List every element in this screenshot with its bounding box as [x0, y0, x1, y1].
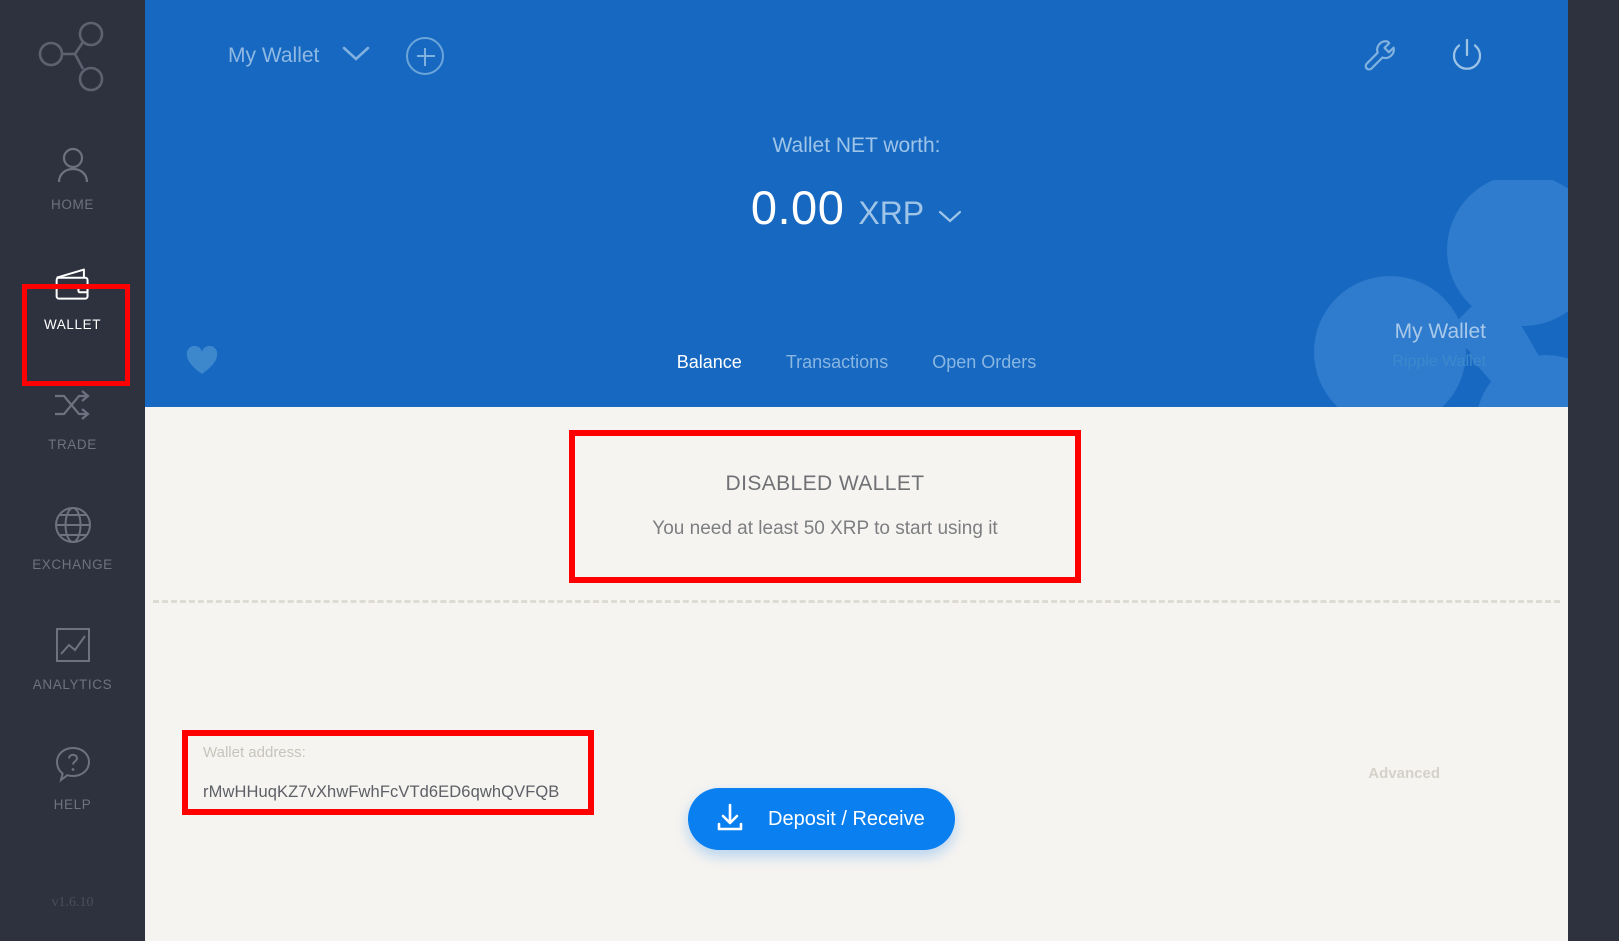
user-icon: [53, 145, 93, 185]
chevron-down-icon: [341, 45, 371, 68]
sidebar-item-exchange[interactable]: EXCHANGE: [0, 478, 145, 598]
wallet-selector-label: My Wallet: [228, 44, 320, 67]
wallet-body: DISABLED WALLET You need at least 50 XRP…: [145, 407, 1568, 941]
disabled-wallet-notice: DISABLED WALLET You need at least 50 XRP…: [570, 431, 1080, 581]
wallet-identity: My Wallet Ripple Wallet: [1392, 320, 1486, 371]
disabled-wallet-title: DISABLED WALLET: [725, 472, 925, 495]
power-icon[interactable]: [1448, 37, 1486, 75]
wallet-identity-type: Ripple Wallet: [1392, 353, 1486, 370]
deposit-receive-label: Deposit / Receive: [768, 807, 925, 830]
net-worth-value: 0.00: [750, 181, 845, 234]
disabled-wallet-subtitle: You need at least 50 XRP to start using …: [652, 518, 998, 539]
net-worth-currency[interactable]: XRP: [858, 195, 924, 232]
globe-icon: [53, 505, 93, 545]
sidebar-item-label: HELP: [53, 796, 92, 812]
chevron-down-icon[interactable]: [938, 210, 962, 229]
sidebar-item-label: ANALYTICS: [32, 676, 113, 692]
wallet-address-block: Wallet address: rMwHHuqKZ7vXhwFwhFcVTd6E…: [203, 744, 603, 802]
wallet-tabs: Balance Transactions Open Orders: [145, 352, 1568, 373]
wallet-icon: [53, 265, 93, 305]
tab-open-orders[interactable]: Open Orders: [932, 352, 1036, 373]
wallet-identity-name: My Wallet: [1394, 320, 1486, 343]
app-window: HOME WALLET TRADE EXCHANGE ANALYTICS HEL…: [0, 0, 1619, 941]
deposit-receive-button[interactable]: Deposit / Receive: [688, 788, 955, 850]
wallet-address-label: Wallet address:: [203, 744, 306, 761]
sidebar-item-help[interactable]: HELP: [0, 718, 145, 838]
header-actions: [1362, 37, 1486, 75]
shuffle-icon: [53, 385, 93, 425]
wrench-icon[interactable]: [1362, 38, 1398, 74]
add-wallet-button[interactable]: [406, 37, 445, 75]
tab-transactions[interactable]: Transactions: [786, 352, 888, 373]
app-version: v1.6.10: [51, 895, 94, 910]
wallet-header: My Wallet Wallet NET worth: 0.00 XRP Bal…: [145, 0, 1568, 407]
net-worth-caption: Wallet NET worth:: [772, 134, 941, 157]
chart-icon: [53, 625, 93, 665]
sidebar-item-label: TRADE: [48, 436, 97, 452]
window-right-edge: [1568, 0, 1619, 941]
tab-balance[interactable]: Balance: [677, 352, 742, 373]
sidebar-item-analytics[interactable]: ANALYTICS: [0, 598, 145, 718]
sidebar-item-home[interactable]: HOME: [0, 118, 145, 238]
app-logo: [0, 0, 145, 118]
sidebar: HOME WALLET TRADE EXCHANGE ANALYTICS HEL…: [0, 0, 145, 941]
net-worth-block: Wallet NET worth: 0.00 XRP: [145, 134, 1568, 235]
wallet-selector[interactable]: My Wallet: [228, 44, 371, 68]
net-worth-amount-row: 0.00 XRP: [145, 180, 1568, 235]
section-divider: [153, 600, 1560, 603]
question-icon: [53, 745, 93, 785]
sidebar-nav: HOME WALLET TRADE EXCHANGE ANALYTICS HEL…: [0, 118, 145, 838]
header-topbar: My Wallet: [145, 0, 1568, 112]
ripple-network-icon: [37, 20, 109, 99]
sidebar-item-label: WALLET: [43, 316, 102, 332]
wallet-address-value[interactable]: rMwHHuqKZ7vXhwFwhFcVTd6ED6qwhQVFQB: [203, 783, 603, 802]
sidebar-item-wallet[interactable]: WALLET: [0, 238, 145, 358]
sidebar-item-trade[interactable]: TRADE: [0, 358, 145, 478]
download-tray-icon: [714, 802, 746, 837]
advanced-link[interactable]: Advanced: [1368, 765, 1440, 782]
sidebar-item-label: EXCHANGE: [32, 556, 113, 572]
sidebar-item-label: HOME: [51, 196, 94, 212]
